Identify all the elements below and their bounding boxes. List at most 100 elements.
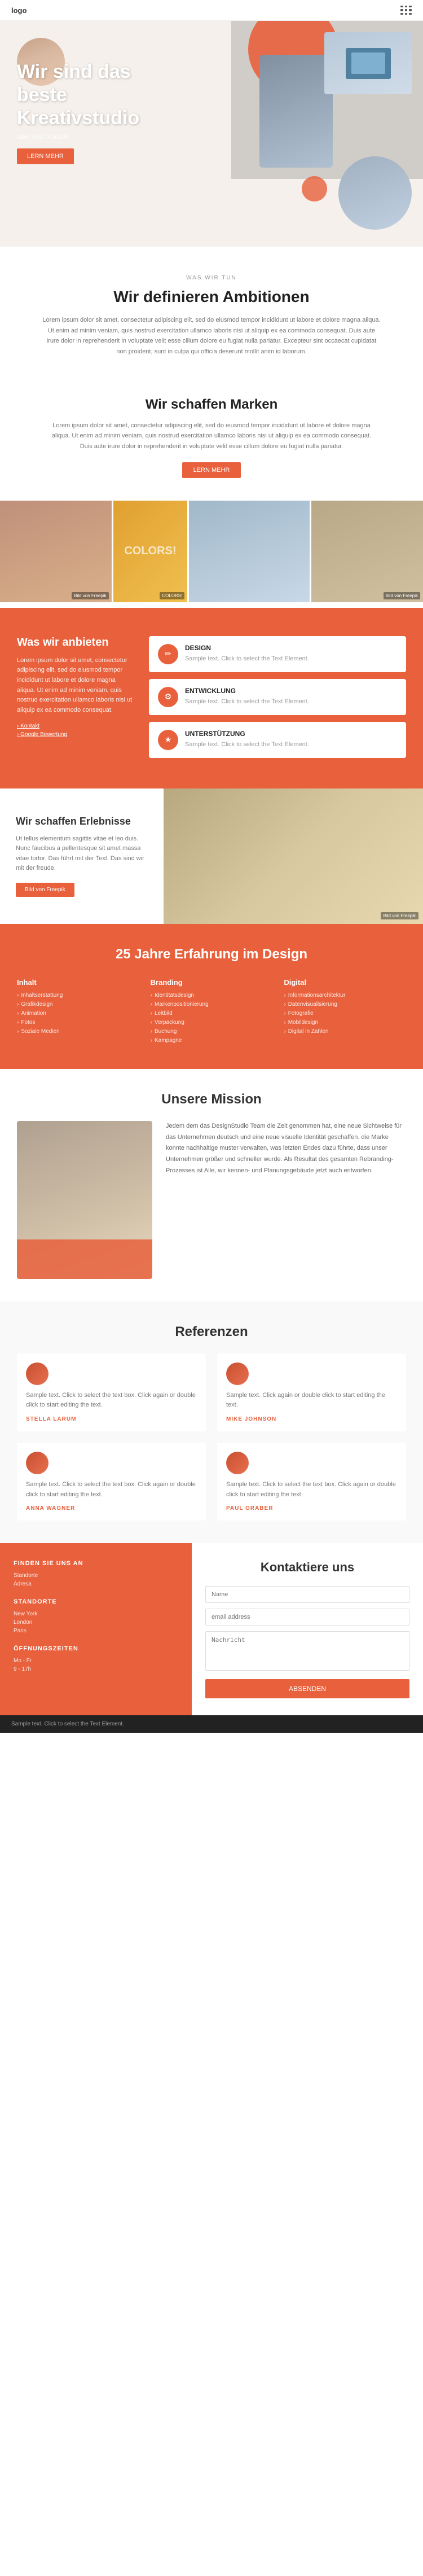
grid-image-1: Bild von Freepik: [0, 501, 112, 602]
grid-image-2: COLORS! COLORS!: [113, 501, 188, 602]
jahre-col-branding: Branding ›Identitätsdesign ›Markenpositi…: [151, 978, 273, 1046]
bottom-bar: Sample text. Click to select the Text El…: [0, 1715, 423, 1733]
hero-cta-button[interactable]: LERN MEHR: [17, 148, 74, 164]
contact-email-input[interactable]: [205, 1609, 409, 1626]
ref-name-1: STELLA LARUM: [26, 1416, 197, 1422]
ref-text-3: Sample text. Click to select the text bo…: [26, 1480, 197, 1500]
entwicklung-text: Sample text. Click to select the Text El…: [185, 697, 309, 707]
grid-image-2-label: COLORS!: [160, 592, 184, 599]
jahre-col-digital: Digital ›Informationsarchitektur ›Datenv…: [284, 978, 406, 1046]
jahre-col-digital-item-3: ›Mobildesign: [284, 1019, 406, 1026]
ref-item-2: Sample text. Click again or double click…: [217, 1353, 406, 1431]
ref-text-4: Sample text. Click to select the text bo…: [226, 1480, 397, 1500]
hero-person-bottom-right: [338, 156, 412, 230]
services-list: ✏ DESIGN Sample text. Click to select th…: [149, 636, 406, 758]
contact-name-input[interactable]: [205, 1586, 409, 1603]
ref-name-2: MIKE JOHNSON: [226, 1416, 397, 1422]
grid-image-1-label: Bild von Freepik: [72, 592, 108, 599]
service-card-design: ✏ DESIGN Sample text. Click to select th…: [149, 636, 406, 672]
ref-item-3: Sample text. Click to select the text bo…: [17, 1443, 206, 1521]
unterstutzung-text: Sample text. Click to select the Text El…: [185, 740, 309, 750]
jahre-col-digital-item-1: ›Datenvisualisierung: [284, 1001, 406, 1007]
grid-image-3: [189, 501, 310, 602]
design-icon: ✏: [158, 644, 178, 664]
jahre-title: 25 Jahre Erfahrung im Design: [17, 947, 406, 962]
unterstutzung-title: UNTERSTÜTZUNG: [185, 730, 309, 738]
footer-col-finden-title: FINDEN SIE UNS AN: [14, 1560, 178, 1567]
anbieten-text: Lorem ipsum dolor sit amet, consectetur …: [17, 656, 135, 716]
erlebnisse-image-label: Bild von Freepik: [381, 912, 418, 919]
jahre-columns: Inhalt ›Inhaltserstattung ›Grafikdesign …: [17, 978, 406, 1046]
hero-person-main: [259, 55, 333, 168]
was-wir-tun-title: Wir definieren Ambitionen: [23, 288, 400, 306]
nav-logo[interactable]: logo: [11, 6, 27, 15]
contact-submit-button[interactable]: ABSENDEN: [205, 1679, 409, 1698]
mission-text-block: Jedem dem das DesignStudio Team die Zeit…: [166, 1121, 406, 1177]
jahre-col-inhalt-item-2: ›Animation: [17, 1010, 139, 1017]
referenzen-title: Referenzen: [17, 1324, 406, 1340]
jahre-col-digital-title: Digital: [284, 978, 406, 987]
service-card-entwicklung: ⚙ ENTWICKLUNG Sample text. Click to sele…: [149, 679, 406, 715]
ref-avatar-3: [26, 1452, 49, 1474]
hero-title: Wir sind das beste Kreativstudio: [17, 60, 152, 129]
footer-col-standorte-item-2: Paris: [14, 1628, 178, 1634]
marken-learn-more-button[interactable]: LERN MEHR: [182, 462, 241, 478]
hero-laptop-image: [324, 32, 412, 94]
footer-col-finden-item-0: Standorte: [14, 1572, 178, 1579]
contact-title: Kontaktiere uns: [205, 1560, 409, 1575]
mission-content: Jedem dem das DesignStudio Team die Zeit…: [17, 1121, 406, 1279]
erlebnisse-image: Bild von Freepik: [164, 788, 423, 924]
footer-info: FINDEN SIE UNS AN Standorte Adresa STAND…: [0, 1543, 192, 1715]
jahre-col-digital-item-2: ›Fotografie: [284, 1010, 406, 1017]
jahre-col-inhalt-item-1: ›Grafikdesign: [17, 1001, 139, 1007]
mission-text: Jedem dem das DesignStudio Team die Zeit…: [166, 1121, 406, 1177]
erlebnisse-button[interactable]: Bild von Freepik: [16, 883, 74, 897]
ref-name-3: ANNA WAGNER: [26, 1505, 197, 1512]
image-grid: Bild von Freepik COLORS! COLORS! Bild vo…: [0, 495, 423, 608]
erlebnisse-section: Wir schaffen Erlebnisse Ut tellus elemen…: [0, 788, 423, 924]
footer-col-offnungszeiten: ÖFFNUNGSZEITEN Mo - Fr 9 - 17h: [14, 1645, 178, 1672]
ref-text-1: Sample text. Click to select the text bo…: [26, 1391, 197, 1410]
ref-avatar-1: [26, 1363, 49, 1385]
anbieten-title: Was wir anbieten: [17, 636, 135, 649]
jahre-col-digital-item-0: ›Informationsarchitektur: [284, 992, 406, 998]
anbieten-link-1[interactable]: › Kontakt: [17, 723, 135, 729]
jahre-col-inhalt-item-4: ›Soziale Medien: [17, 1028, 139, 1035]
service-card-unterstutzung: ★ UNTERSTÜTZUNG Sample text. Click to se…: [149, 722, 406, 758]
mission-image: [17, 1121, 152, 1279]
footer-col-offnungszeiten-item-0: Mo - Fr: [14, 1658, 178, 1664]
referenzen-section: Referenzen Sample text. Click to select …: [0, 1302, 423, 1543]
contact-message-textarea[interactable]: [205, 1631, 409, 1671]
ref-item-1: Sample text. Click to select the text bo…: [17, 1353, 206, 1431]
jahre-col-inhalt-title: Inhalt: [17, 978, 139, 987]
hero-small-orange-circle: [302, 176, 327, 201]
bottom-bar-text: Sample text. Click to select the Text El…: [11, 1721, 124, 1727]
footer-col-finden-item-1: Adresa: [14, 1581, 178, 1587]
navigation: logo: [0, 0, 423, 21]
mission-image-orange-overlay: [17, 1239, 152, 1279]
footer-contact-section: FINDEN SIE UNS AN Standorte Adresa STAND…: [0, 1543, 423, 1715]
footer-col-standorte-title: STANDORTE: [14, 1598, 178, 1605]
jahre-col-digital-item-4: ›Digital in Zahlen: [284, 1028, 406, 1035]
ref-name-4: PAUL GRABER: [226, 1505, 397, 1512]
erlebnisse-text: Ut tellus elementum sagittis vitae et le…: [16, 834, 148, 874]
footer-col-standorte: STANDORTE New York London Paris: [14, 1598, 178, 1634]
hero-subtitle: Über uns / Kontakt: [17, 134, 152, 141]
was-wir-anbieten-section: Was wir anbieten Lorem ipsum dolor sit a…: [0, 608, 423, 788]
entwicklung-title: ENTWICKLUNG: [185, 687, 309, 695]
jahre-col-inhalt-item-0: ›Inhaltserstattung: [17, 992, 139, 998]
jahre-col-branding-item-4: ›Buchung: [151, 1028, 273, 1035]
footer-col-finden: FINDEN SIE UNS AN Standorte Adresa: [14, 1560, 178, 1587]
marken-title: Wir schaffen Marken: [23, 397, 400, 413]
erlebnisse-title: Wir schaffen Erlebnisse: [16, 816, 148, 827]
was-wir-tun-text: Lorem ipsum dolor sit amet, consectetur …: [42, 315, 381, 357]
anbieten-link-2[interactable]: › Google Bewertung: [17, 731, 135, 738]
section-tag: WAS WIR TUN: [23, 275, 400, 281]
ref-avatar-2: [226, 1363, 249, 1385]
footer-col-offnungszeiten-item-1: 9 - 17h: [14, 1666, 178, 1672]
wir-schaffen-marken-section: Wir schaffen Marken Lorem ipsum dolor si…: [0, 385, 423, 495]
entwicklung-icon: ⚙: [158, 687, 178, 707]
unterstutzung-icon: ★: [158, 730, 178, 750]
nav-grid-icon[interactable]: [400, 6, 412, 15]
jahre-col-branding-item-5: ›Kampagne: [151, 1037, 273, 1044]
